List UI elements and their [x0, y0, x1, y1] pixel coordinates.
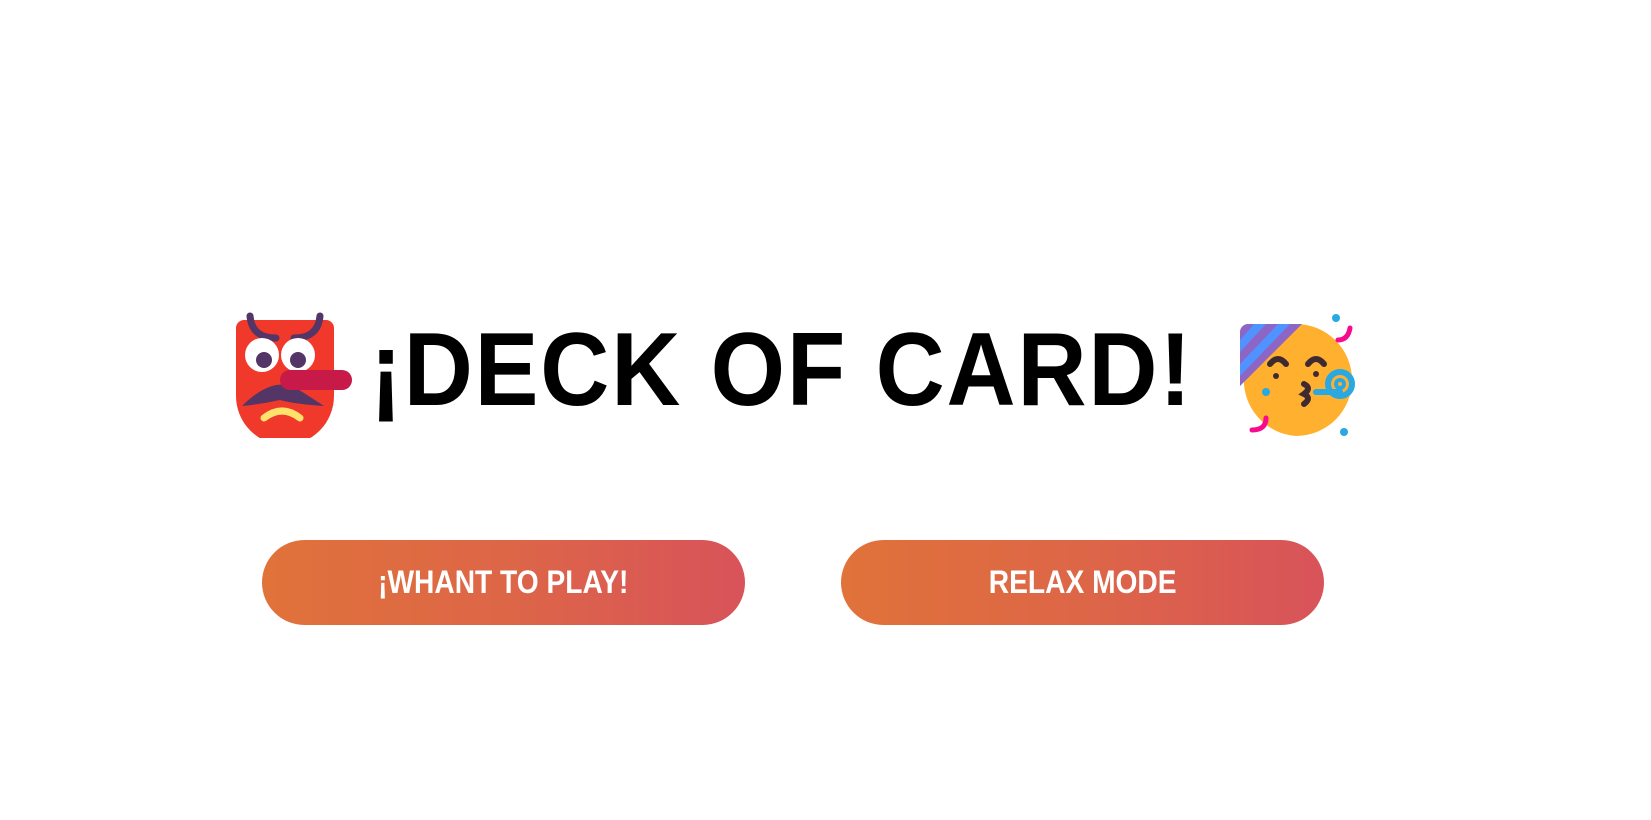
home-screen: ¡DECK OF CARD! ¡WHANT TO PLAY! RELAX MOD…	[0, 0, 1651, 820]
play-button-label: ¡WHANT TO PLAY!	[378, 564, 629, 600]
title-row: ¡DECK OF CARD!	[0, 300, 1651, 440]
relax-mode-button[interactable]: RELAX MODE	[841, 540, 1324, 625]
partying-face-emoji-icon	[1240, 314, 1355, 436]
relax-mode-button-label: RELAX MODE	[988, 564, 1177, 600]
page-title: ¡DECK OF CARD!	[370, 312, 1194, 428]
goblin-emoji-icon	[236, 312, 352, 438]
play-button[interactable]: ¡WHANT TO PLAY!	[262, 540, 745, 625]
